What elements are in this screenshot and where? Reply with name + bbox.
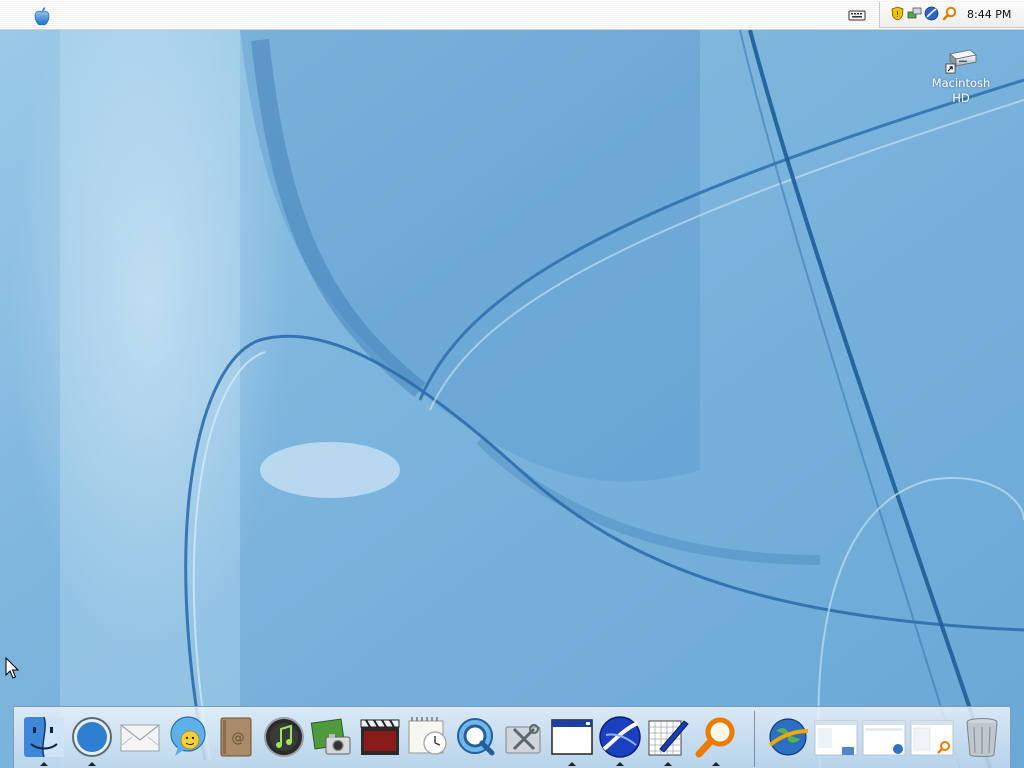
dock-divider [754,711,755,767]
tools-icon [505,724,541,754]
camera-icon [310,718,351,755]
dock-item-quicktime[interactable] [454,715,498,759]
dock-item-movies[interactable] [358,715,402,759]
compass-icon [72,717,112,757]
chat-icon [170,716,206,756]
window-thumbnail-icon [910,720,954,756]
dock-item-minimized-window-3[interactable] [910,715,954,759]
window-thumbnail-icon [862,720,906,756]
dock-item-editor[interactable] [646,715,690,759]
wallpaper [0,0,1024,768]
svg-text:!: ! [896,10,899,19]
dock-item-photos[interactable] [310,715,354,759]
blue-globe-icon [599,716,641,758]
address-book-icon: @ [220,717,252,757]
dock-item-web-browser[interactable] [598,715,642,759]
dock-item-messenger[interactable] [166,715,210,759]
dock-item-address-book[interactable]: @ [214,715,258,759]
hard-drive-icon [945,49,977,74]
running-indicator [616,762,624,766]
running-indicator [664,762,672,766]
dock-item-music[interactable] [262,715,306,759]
dock-item-calendar[interactable] [406,715,450,759]
music-icon [264,717,304,757]
svg-text:@: @ [232,731,245,746]
mail-icon [120,724,160,752]
window-icon [551,719,593,755]
quicktime-icon [457,718,495,756]
keyboard-icon[interactable] [848,8,866,22]
browser-icon[interactable] [924,6,939,21]
dock-item-search[interactable] [694,715,738,759]
desktop-icon-label: Macintosh HD [931,76,991,105]
magnifier-icon [695,717,735,758]
dock-item-finder[interactable] [22,715,66,759]
window-thumbnail-icon [814,720,858,756]
desktop[interactable]: ! 8:44 PM Macintosh HD @ [0,0,1024,768]
dock-item-utilities[interactable] [502,715,546,759]
mouse-cursor-icon [5,657,19,679]
search-icon[interactable] [942,6,957,21]
menu-bar: ! 8:44 PM [0,0,1024,30]
finder-icon [24,716,64,758]
dock-item-window[interactable] [550,715,594,759]
trash-icon [966,718,998,757]
apple-logo-icon[interactable] [33,6,51,26]
security-shield-icon[interactable]: ! [890,6,905,21]
running-indicator [88,762,96,766]
dock-item-minimized-window-2[interactable] [862,715,906,759]
calendar-clock-icon [408,717,447,755]
menu-bar-clock[interactable]: 8:44 PM [967,8,1011,21]
film-icon [360,719,400,755]
dock-item-trash[interactable] [960,715,1004,759]
running-indicator [712,762,720,766]
pen-grid-icon [648,720,689,756]
network-icon[interactable] [907,6,922,21]
dock-item-browser[interactable] [70,715,114,759]
dock-item-internet[interactable] [766,715,810,759]
dock-item-mail[interactable] [118,715,162,759]
running-indicator [40,762,48,766]
desktop-icon-macintosh-hd[interactable]: Macintosh HD [930,46,992,106]
globe-icon [768,718,809,756]
running-indicator [568,762,576,766]
dock: @ [13,706,1011,768]
dock-item-minimized-window-1[interactable] [814,715,858,759]
